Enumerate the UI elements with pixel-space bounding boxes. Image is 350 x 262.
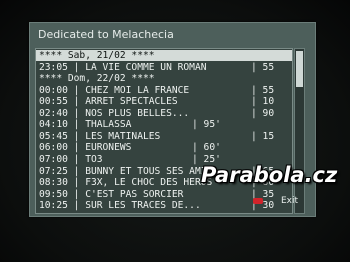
program-duration: | 55 <box>251 61 275 73</box>
program-entry: **** Sab, 21/02 **** <box>39 50 155 61</box>
program-duration: | 55 <box>251 84 275 96</box>
exit-label: Exit <box>281 196 299 206</box>
program-entry: 07:00 | TO3 <box>39 153 103 165</box>
program-entry: 23:05 | LA VIE COMME UN ROMAN <box>39 61 207 73</box>
program-entry: 07:25 | BUNNY ET TOUS SES AMIS <box>39 165 213 177</box>
watermark-logo: Parabola.cz <box>201 163 338 187</box>
list-scrollbar[interactable] <box>294 48 305 214</box>
list-item-selected[interactable]: **** Sab, 21/02 **** <box>36 50 292 61</box>
scroll-thumb[interactable] <box>296 51 303 87</box>
program-entry: 00:00 | CHEZ MOI LA FRANCE <box>39 84 190 96</box>
program-entry: 05:45 | LES MATINALES <box>39 130 161 142</box>
program-entry: **** Dom, 22/02 **** <box>39 73 155 85</box>
list-item[interactable]: 23:05 | LA VIE COMME UN ROMAN | 55 <box>36 62 292 73</box>
dialog-title: Dedicated to Melachecia <box>38 28 174 41</box>
program-entry: 10:25 | SUR LES TRACES DE... <box>39 200 201 212</box>
schedule-list[interactable]: **** Sab, 21/02 **** 23:05 | LA VIE COMME… <box>35 48 293 214</box>
program-duration: | 95' <box>192 119 221 131</box>
list-item[interactable]: 00:55 | ARRET SPECTACLES | 10 <box>36 96 292 107</box>
list-item[interactable]: 06:00 | EURONEWS | 60' <box>36 142 292 153</box>
program-duration: | 10 <box>251 96 275 108</box>
list-item[interactable]: 05:45 | LES MATINALES | 15 <box>36 131 292 142</box>
list-item[interactable]: 02:40 | NOS PLUS BELLES... | 90 <box>36 108 292 119</box>
program-entry: 09:50 | C'EST PAS SORCIER <box>39 188 184 200</box>
program-duration: | 60' <box>192 142 221 154</box>
program-entry: 06:00 | EURONEWS <box>39 142 132 154</box>
program-entry: 04:10 | THALASSA <box>39 119 132 131</box>
exit-button[interactable]: Exit <box>250 194 300 208</box>
program-duration: | 15 <box>251 130 275 142</box>
program-duration: | 90 <box>251 107 275 119</box>
list-item[interactable]: 04:10 | THALASSA | 95' <box>36 119 292 130</box>
program-entry: 00:55 | ARRET SPECTACLES <box>39 96 178 108</box>
program-entry: 08:30 | F3X, LE CHOC DES HEROS <box>39 177 213 189</box>
list-item[interactable]: **** Dom, 22/02 **** <box>36 73 292 84</box>
red-key-icon <box>253 198 263 204</box>
epg-dialog: Dedicated to Melachecia **** Sab, 21/02 … <box>29 22 316 217</box>
list-item[interactable]: 00:00 | CHEZ MOI LA FRANCE | 55 <box>36 85 292 96</box>
program-entry: 02:40 | NOS PLUS BELLES... <box>39 107 190 119</box>
